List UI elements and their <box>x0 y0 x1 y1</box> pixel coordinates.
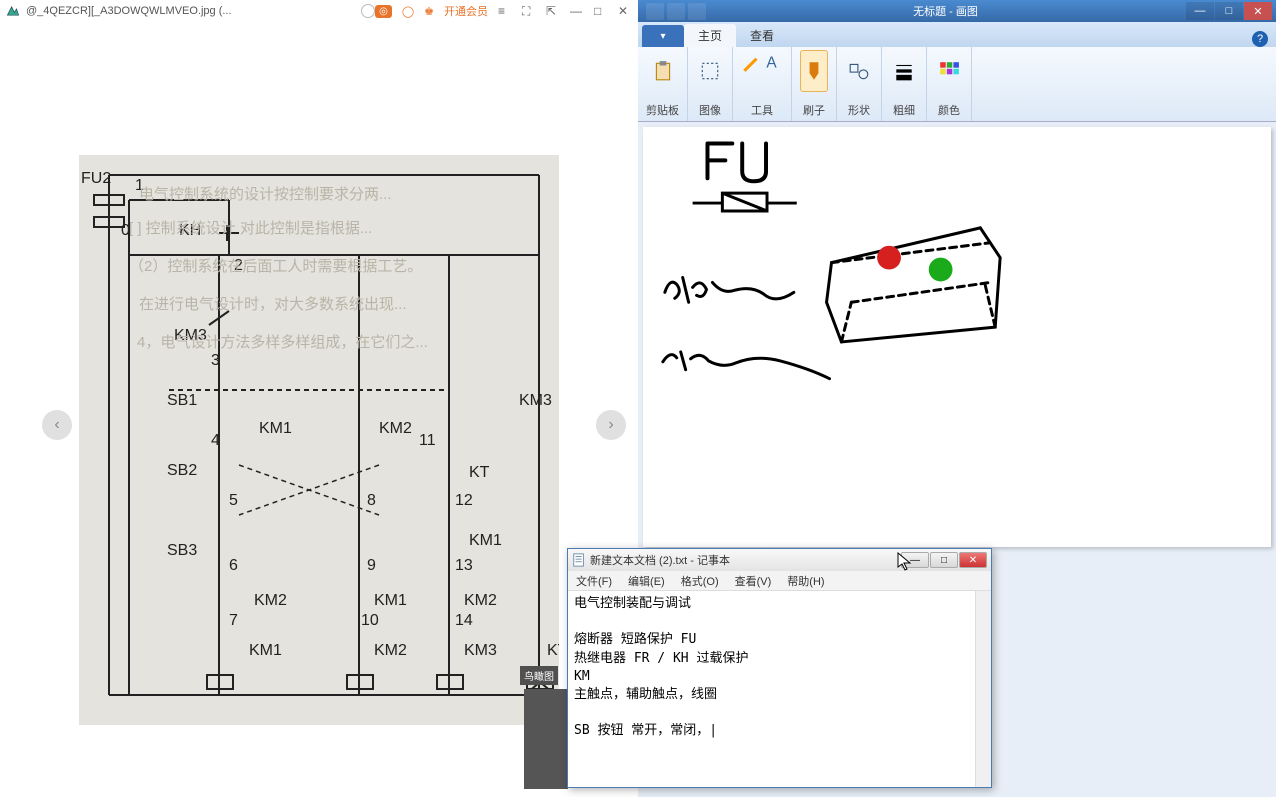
svg-text:KM2: KM2 <box>379 420 412 437</box>
svg-text:KT: KT <box>547 642 559 659</box>
minimap-label[interactable]: 鸟瞰图 <box>520 666 558 685</box>
svg-text:SB2: SB2 <box>167 462 197 479</box>
svg-text:KM1: KM1 <box>374 592 407 609</box>
maximize-icon[interactable]: □ <box>594 4 608 18</box>
paint-close-button[interactable]: ✕ <box>1244 2 1272 20</box>
svg-text:KT: KT <box>469 464 490 481</box>
cloud-icon[interactable] <box>361 4 375 18</box>
paint-ribbon: 剪贴板 图像 A 工具 刷子 形状 粗细 颜色 <box>638 47 1276 122</box>
ribbon-tools: A 工具 <box>733 47 792 121</box>
svg-text:A: A <box>766 55 777 72</box>
paint-redo-icon[interactable] <box>688 3 706 20</box>
circuit-diagram-image: 电气控制系统的设计按控制要求分两... [ ] 控制系统设计 对此控制是指根据.… <box>79 155 559 725</box>
notepad-textarea[interactable]: 电气控制装配与调试 熔断器 短路保护 FU 热继电器 FR / KH 过载保护 … <box>568 591 991 787</box>
notepad-icon <box>572 553 586 567</box>
colors-icon[interactable] <box>935 50 963 92</box>
shapes-icon[interactable] <box>845 50 873 92</box>
svg-text:KM2: KM2 <box>254 592 287 609</box>
svg-text:KM3: KM3 <box>464 642 497 659</box>
ring-icon[interactable]: ◯ <box>402 5 414 18</box>
notepad-close-button[interactable]: ✕ <box>959 552 987 568</box>
help-icon[interactable]: ? <box>1252 31 1268 47</box>
paint-canvas[interactable] <box>643 127 1271 547</box>
ribbon-brushes: 刷子 <box>792 47 837 121</box>
fullscreen-icon[interactable]: ⛶ <box>522 4 536 18</box>
brush-icon[interactable] <box>800 50 828 92</box>
svg-text:KM1: KM1 <box>249 642 282 659</box>
prev-image-button[interactable]: ‹ <box>42 410 72 440</box>
svg-text:11: 11 <box>419 432 436 449</box>
ribbon-colors: 颜色 <box>927 47 972 121</box>
text-icon[interactable]: A <box>763 50 783 74</box>
svg-text:4: 4 <box>211 432 220 449</box>
size-icon[interactable] <box>890 50 918 92</box>
svg-text:SB3: SB3 <box>167 542 197 559</box>
ribbon-shapes: 形状 <box>837 47 882 121</box>
svg-text:KM3: KM3 <box>519 392 552 409</box>
menu-help[interactable]: 帮助(H) <box>779 571 832 590</box>
crown-icon[interactable]: ♚ <box>424 5 434 18</box>
svg-text:9: 9 <box>367 557 376 574</box>
notepad-titlebar[interactable]: 新建文本文档 (2).txt - 记事本 — □ ✕ <box>568 549 991 571</box>
menu-icon[interactable]: ≡ <box>498 4 512 18</box>
paint-file-menu[interactable]: ▾ <box>642 25 684 47</box>
notepad-title: 新建文本文档 (2).txt - 记事本 <box>590 552 900 568</box>
svg-text:KM2: KM2 <box>374 642 407 659</box>
svg-text:10: 10 <box>361 612 379 629</box>
paint-titlebar[interactable]: 无标题 - 画图 — □ ✕ <box>638 0 1276 22</box>
svg-text:KM1: KM1 <box>259 420 292 437</box>
menu-edit[interactable]: 编辑(E) <box>620 571 673 590</box>
app-logo-icon <box>6 4 20 18</box>
viewer-title: @_4QEZCR][_A3DOWQWLMVEO.jpg (... <box>26 5 357 17</box>
paint-save-icon[interactable] <box>646 3 664 20</box>
svg-text:7: 7 <box>229 612 238 629</box>
ribbon-size: 粗细 <box>882 47 927 121</box>
tab-home[interactable]: 主页 <box>684 24 736 47</box>
tab-view[interactable]: 查看 <box>736 24 788 47</box>
viewer-body: ‹ › 电气控制系统的设计按控制要求分两... [ ] 控制系统设计 对此控制是… <box>0 22 638 797</box>
pin-icon[interactable]: ⇱ <box>546 4 560 18</box>
paint-tabbar: ▾ 主页 查看 ? <box>638 22 1276 47</box>
notepad-menubar: 文件(F) 编辑(E) 格式(O) 查看(V) 帮助(H) <box>568 571 991 591</box>
svg-text:5: 5 <box>229 492 238 509</box>
menu-format[interactable]: 格式(O) <box>673 571 727 590</box>
paste-icon[interactable] <box>649 50 677 92</box>
paint-maximize-button[interactable]: □ <box>1215 2 1243 20</box>
menu-file[interactable]: 文件(F) <box>568 571 620 590</box>
svg-text:13: 13 <box>455 557 473 574</box>
vip-badge[interactable]: ◎ <box>375 5 392 18</box>
minimize-icon[interactable]: — <box>570 4 584 18</box>
close-icon[interactable]: ✕ <box>618 4 632 18</box>
notepad-window[interactable]: 新建文本文档 (2).txt - 记事本 — □ ✕ 文件(F) 编辑(E) 格… <box>567 548 992 788</box>
notepad-minimize-button[interactable]: — <box>901 552 929 568</box>
next-image-button[interactable]: › <box>596 410 626 440</box>
svg-text:14: 14 <box>455 612 473 629</box>
minimap[interactable] <box>524 689 568 789</box>
svg-text:KM1: KM1 <box>469 532 502 549</box>
svg-text:KM2: KM2 <box>464 592 497 609</box>
notepad-scrollbar[interactable] <box>975 591 991 787</box>
svg-text:8: 8 <box>367 492 376 509</box>
image-viewer-window: @_4QEZCR][_A3DOWQWLMVEO.jpg (... ◎ ◯ ♚ 开… <box>0 0 638 797</box>
paint-undo-icon[interactable] <box>667 3 685 20</box>
paint-title: 无标题 - 画图 <box>706 3 1185 19</box>
svg-text:FU2: FU2 <box>81 170 111 187</box>
svg-text:12: 12 <box>455 492 473 509</box>
paint-minimize-button[interactable]: — <box>1186 2 1214 20</box>
svg-text:SB1: SB1 <box>167 392 197 409</box>
svg-text:3: 3 <box>211 352 220 369</box>
select-icon[interactable] <box>696 50 724 92</box>
ribbon-clipboard: 剪贴板 <box>638 47 688 121</box>
ribbon-image: 图像 <box>688 47 733 121</box>
notepad-maximize-button[interactable]: □ <box>930 552 958 568</box>
viewer-titlebar: @_4QEZCR][_A3DOWQWLMVEO.jpg (... ◎ ◯ ♚ 开… <box>0 0 638 22</box>
menu-view[interactable]: 查看(V) <box>727 571 780 590</box>
member-link[interactable]: 开通会员 <box>444 3 488 19</box>
pencil-icon[interactable] <box>741 50 761 74</box>
svg-text:6: 6 <box>229 557 238 574</box>
